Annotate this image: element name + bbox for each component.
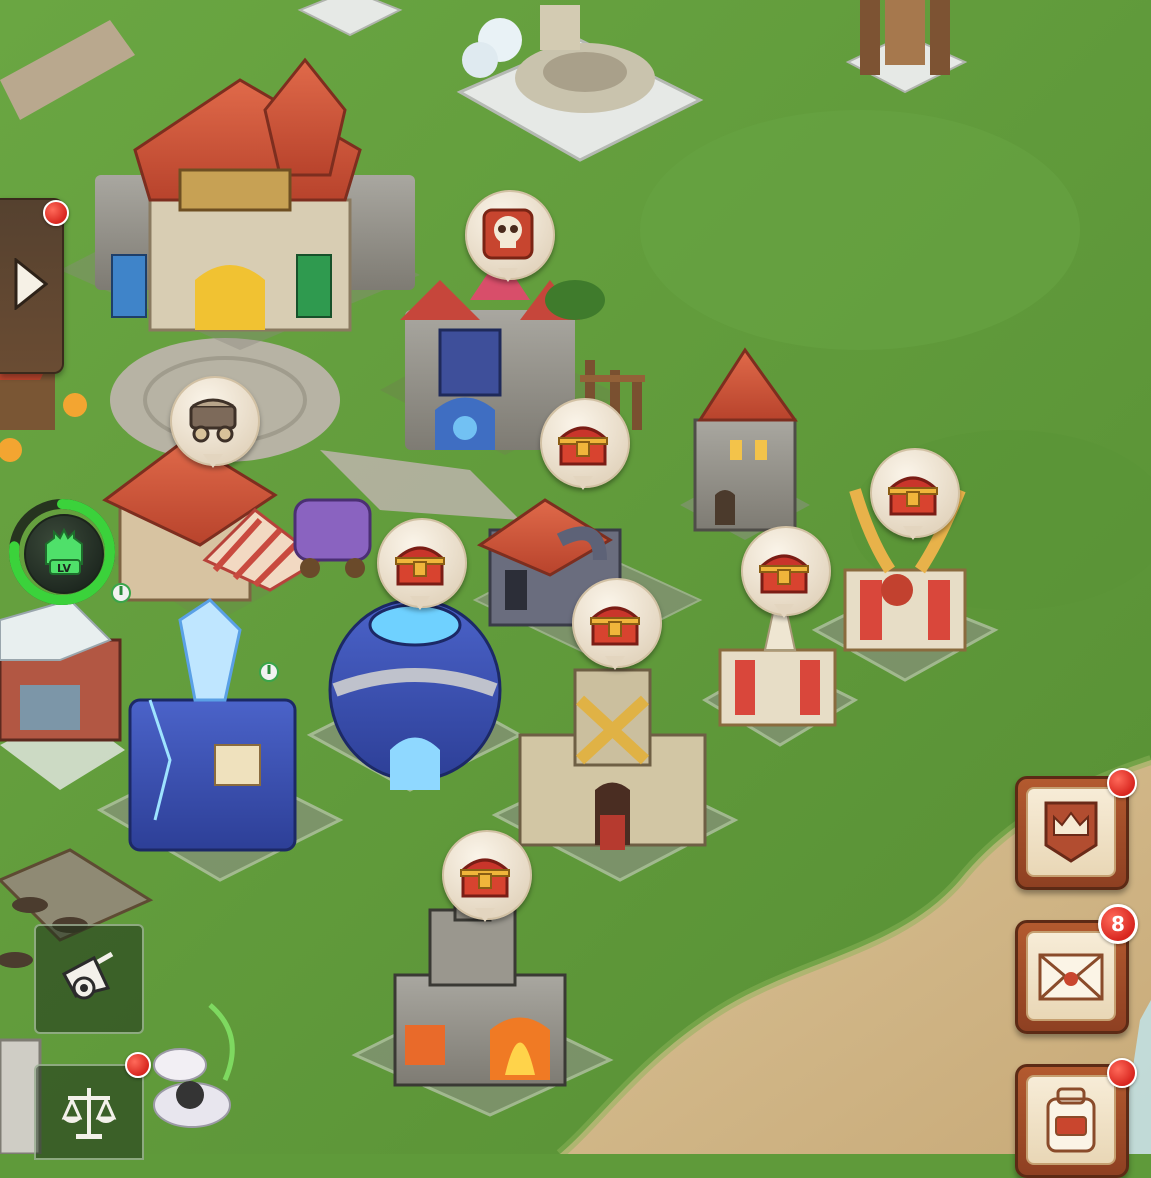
chest-marker-forge[interactable] bbox=[442, 830, 532, 926]
marker-tail bbox=[203, 454, 223, 468]
chest-marker-war-fort[interactable] bbox=[572, 578, 662, 674]
button-face bbox=[1026, 1075, 1116, 1165]
button-face bbox=[1026, 787, 1116, 877]
treasure-chest-icon bbox=[590, 606, 640, 646]
chest-marker-mage-portal[interactable] bbox=[377, 518, 467, 614]
inventory-alert-dot bbox=[1107, 1058, 1137, 1088]
mail-badge: 8 bbox=[1098, 904, 1138, 944]
marker-tail bbox=[903, 526, 923, 540]
mail-envelope-icon bbox=[1038, 953, 1104, 1001]
chest-marker-obelisk[interactable] bbox=[741, 526, 831, 622]
backpack-icon bbox=[1046, 1087, 1096, 1153]
level-icon-label: LV bbox=[56, 562, 71, 575]
scales-icon bbox=[61, 1088, 117, 1139]
rally-horn-icon bbox=[61, 951, 114, 1000]
level-castle-icon bbox=[45, 527, 83, 575]
building-upgrade-ready-icon bbox=[111, 583, 131, 603]
skull-icon bbox=[482, 208, 534, 260]
marker-tail bbox=[774, 604, 794, 618]
skull-marker[interactable] bbox=[465, 190, 555, 286]
chest-marker-workshop[interactable] bbox=[540, 398, 630, 494]
marker-tail bbox=[573, 476, 593, 490]
game-world bbox=[0, 0, 1151, 1154]
wagon-icon bbox=[189, 398, 237, 443]
play-arrow-icon bbox=[14, 258, 48, 310]
marker-tail bbox=[475, 908, 495, 922]
trade-shortcut-button[interactable] bbox=[34, 1064, 144, 1160]
treasure-chest-icon bbox=[888, 476, 938, 516]
marker-tail bbox=[410, 596, 430, 610]
wagon-marker[interactable] bbox=[170, 376, 260, 472]
treasure-chest-icon bbox=[759, 554, 809, 594]
treasure-chest-icon bbox=[395, 546, 445, 586]
marker-tail bbox=[605, 656, 625, 670]
side-panel-alert-dot bbox=[43, 200, 69, 226]
music-box-alert-dot bbox=[125, 1052, 151, 1078]
treasure-chest-icon bbox=[460, 858, 510, 898]
level-progress-ring[interactable]: LV bbox=[6, 496, 118, 608]
chest-marker-hero-statue[interactable] bbox=[870, 448, 960, 544]
kingdom-alert-dot bbox=[1107, 768, 1137, 798]
grass-patch bbox=[640, 110, 1080, 350]
treasure-chest-icon bbox=[558, 426, 608, 466]
crown-banner-icon bbox=[1044, 801, 1098, 863]
marker-tail bbox=[498, 268, 518, 282]
building-upgrade-ready-icon bbox=[259, 662, 279, 682]
rally-shortcut-button[interactable] bbox=[34, 924, 144, 1034]
level-icon-frame: LV bbox=[24, 514, 104, 594]
button-face bbox=[1026, 931, 1116, 1021]
